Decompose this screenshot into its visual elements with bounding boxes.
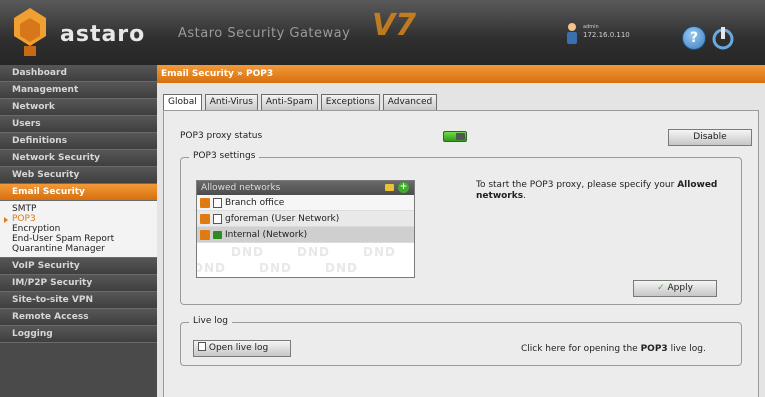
allowed-networks-title: Allowed networks bbox=[201, 183, 281, 193]
tab-advanced[interactable]: Advanced bbox=[382, 94, 438, 111]
network-row[interactable]: gforeman (User Network) bbox=[197, 211, 414, 227]
folder-icon[interactable] bbox=[385, 184, 394, 191]
user-info: admin 172.16.0.110 bbox=[565, 22, 645, 48]
sidebar-item-im-p2p-security[interactable]: IM/P2P Security bbox=[0, 275, 157, 292]
proxy-status-row: POP3 proxy status Disable bbox=[180, 128, 752, 146]
hint-suffix: . bbox=[523, 191, 526, 201]
app-header: astaro Astaro Security Gateway V7 admin … bbox=[0, 0, 765, 65]
dnd-watermark: DND bbox=[297, 245, 330, 259]
apply-button[interactable]: ✓ Apply bbox=[633, 280, 717, 297]
live-log-hint: Click here for opening the POP3 live log… bbox=[521, 344, 706, 354]
delete-icon[interactable] bbox=[200, 214, 210, 224]
user-name: admin bbox=[583, 24, 599, 30]
subnav-item-spam-report[interactable]: End-User Spam Report bbox=[12, 234, 157, 244]
astaro-logo-icon bbox=[14, 8, 46, 56]
open-live-log-label: Open live log bbox=[208, 343, 269, 353]
sidebar-item-management[interactable]: Management bbox=[0, 82, 157, 99]
subnav-item-pop3[interactable]: POP3 bbox=[4, 214, 157, 224]
sidebar-item-logging[interactable]: Logging bbox=[0, 326, 157, 343]
product-title: Astaro Security Gateway bbox=[178, 26, 351, 41]
open-live-log-button[interactable]: Open live log bbox=[193, 340, 291, 357]
sidebar-item-remote-access[interactable]: Remote Access bbox=[0, 309, 157, 326]
dnd-watermark: DND bbox=[231, 245, 264, 259]
subnav-item-quarantine[interactable]: Quarantine Manager bbox=[12, 244, 157, 254]
subnav-item-encryption[interactable]: Encryption bbox=[12, 224, 157, 234]
apply-label: Apply bbox=[667, 283, 693, 293]
help-button[interactable]: ? bbox=[682, 26, 706, 50]
breadcrumb: Email Security » POP3 bbox=[157, 65, 765, 83]
version-badge: V7 bbox=[372, 8, 417, 43]
delete-icon[interactable] bbox=[200, 198, 210, 208]
sidebar-item-definitions[interactable]: Definitions bbox=[0, 133, 157, 150]
add-icon[interactable]: + bbox=[398, 182, 409, 193]
disable-button[interactable]: Disable bbox=[668, 129, 752, 146]
sidebar-item-users[interactable]: Users bbox=[0, 116, 157, 133]
sidebar-item-network-security[interactable]: Network Security bbox=[0, 150, 157, 167]
network-label: Internal (Network) bbox=[225, 230, 308, 240]
network-icon bbox=[213, 231, 222, 239]
dnd-watermark: DND bbox=[363, 245, 396, 259]
tab-anti-virus[interactable]: Anti-Virus bbox=[204, 94, 258, 111]
tab-anti-spam[interactable]: Anti-Spam bbox=[260, 94, 318, 111]
network-label: Branch office bbox=[225, 198, 285, 208]
sidebar-item-web-security[interactable]: Web Security bbox=[0, 167, 157, 184]
network-row[interactable]: Branch office bbox=[197, 195, 414, 211]
sidebar-item-site-to-site-vpn[interactable]: Site-to-site VPN bbox=[0, 292, 157, 309]
tab-bar: Global Anti-Virus Anti-Spam Exceptions A… bbox=[163, 94, 438, 111]
allowed-networks-hint: To start the POP3 proxy, please specify … bbox=[476, 180, 736, 202]
allowed-networks-list: Allowed networks + Branch office gforema… bbox=[196, 180, 415, 278]
allowed-networks-header: Allowed networks + bbox=[197, 181, 414, 195]
sidebar-item-email-security[interactable]: Email Security bbox=[0, 184, 157, 201]
user-ip: 172.16.0.110 bbox=[583, 31, 630, 39]
live-log-hint-prefix: Click here for opening the bbox=[521, 344, 638, 354]
sidebar-nav: Dashboard Management Network Users Defin… bbox=[0, 65, 157, 397]
sidebar-item-network[interactable]: Network bbox=[0, 99, 157, 116]
pop3-settings-legend: POP3 settings bbox=[189, 151, 260, 161]
proxy-status-toggle[interactable] bbox=[443, 131, 467, 142]
delete-icon[interactable] bbox=[200, 230, 210, 240]
checkmark-icon: ✓ bbox=[657, 283, 665, 293]
sidebar-subnav: SMTP POP3 Encryption End-User Spam Repor… bbox=[0, 201, 157, 258]
live-log-hint-bold: POP3 bbox=[640, 344, 668, 354]
proxy-status-label: POP3 proxy status bbox=[180, 131, 263, 141]
tab-global[interactable]: Global bbox=[163, 94, 202, 111]
dnd-watermark: DND bbox=[325, 261, 358, 275]
tab-panel-global: POP3 proxy status Disable POP3 settings … bbox=[163, 110, 759, 397]
main-content: Email Security » POP3 Global Anti-Virus … bbox=[157, 65, 765, 397]
user-icon bbox=[567, 23, 577, 44]
logo-text: astaro bbox=[60, 22, 146, 47]
sidebar-item-voip-security[interactable]: VoIP Security bbox=[0, 258, 157, 275]
network-label: gforeman (User Network) bbox=[225, 214, 340, 224]
logout-icon[interactable] bbox=[710, 26, 736, 50]
subnav-item-smtp[interactable]: SMTP bbox=[12, 204, 157, 214]
live-log-fieldset: Live log Open live log Click here for op… bbox=[180, 316, 742, 366]
dnd-watermark: DND bbox=[259, 261, 292, 275]
dnd-watermark: DND bbox=[196, 261, 226, 275]
live-log-legend: Live log bbox=[189, 316, 232, 326]
user-host-icon bbox=[213, 214, 222, 224]
tab-exceptions[interactable]: Exceptions bbox=[320, 94, 380, 111]
live-log-hint-suffix: live log. bbox=[670, 344, 706, 354]
log-file-icon bbox=[198, 342, 206, 351]
sidebar-item-dashboard[interactable]: Dashboard bbox=[0, 65, 157, 82]
host-icon bbox=[213, 198, 222, 208]
pop3-settings-fieldset: POP3 settings Allowed networks + Branch … bbox=[180, 151, 742, 305]
hint-text: To start the POP3 proxy, please specify … bbox=[476, 180, 675, 190]
network-row[interactable]: Internal (Network) bbox=[197, 227, 414, 243]
